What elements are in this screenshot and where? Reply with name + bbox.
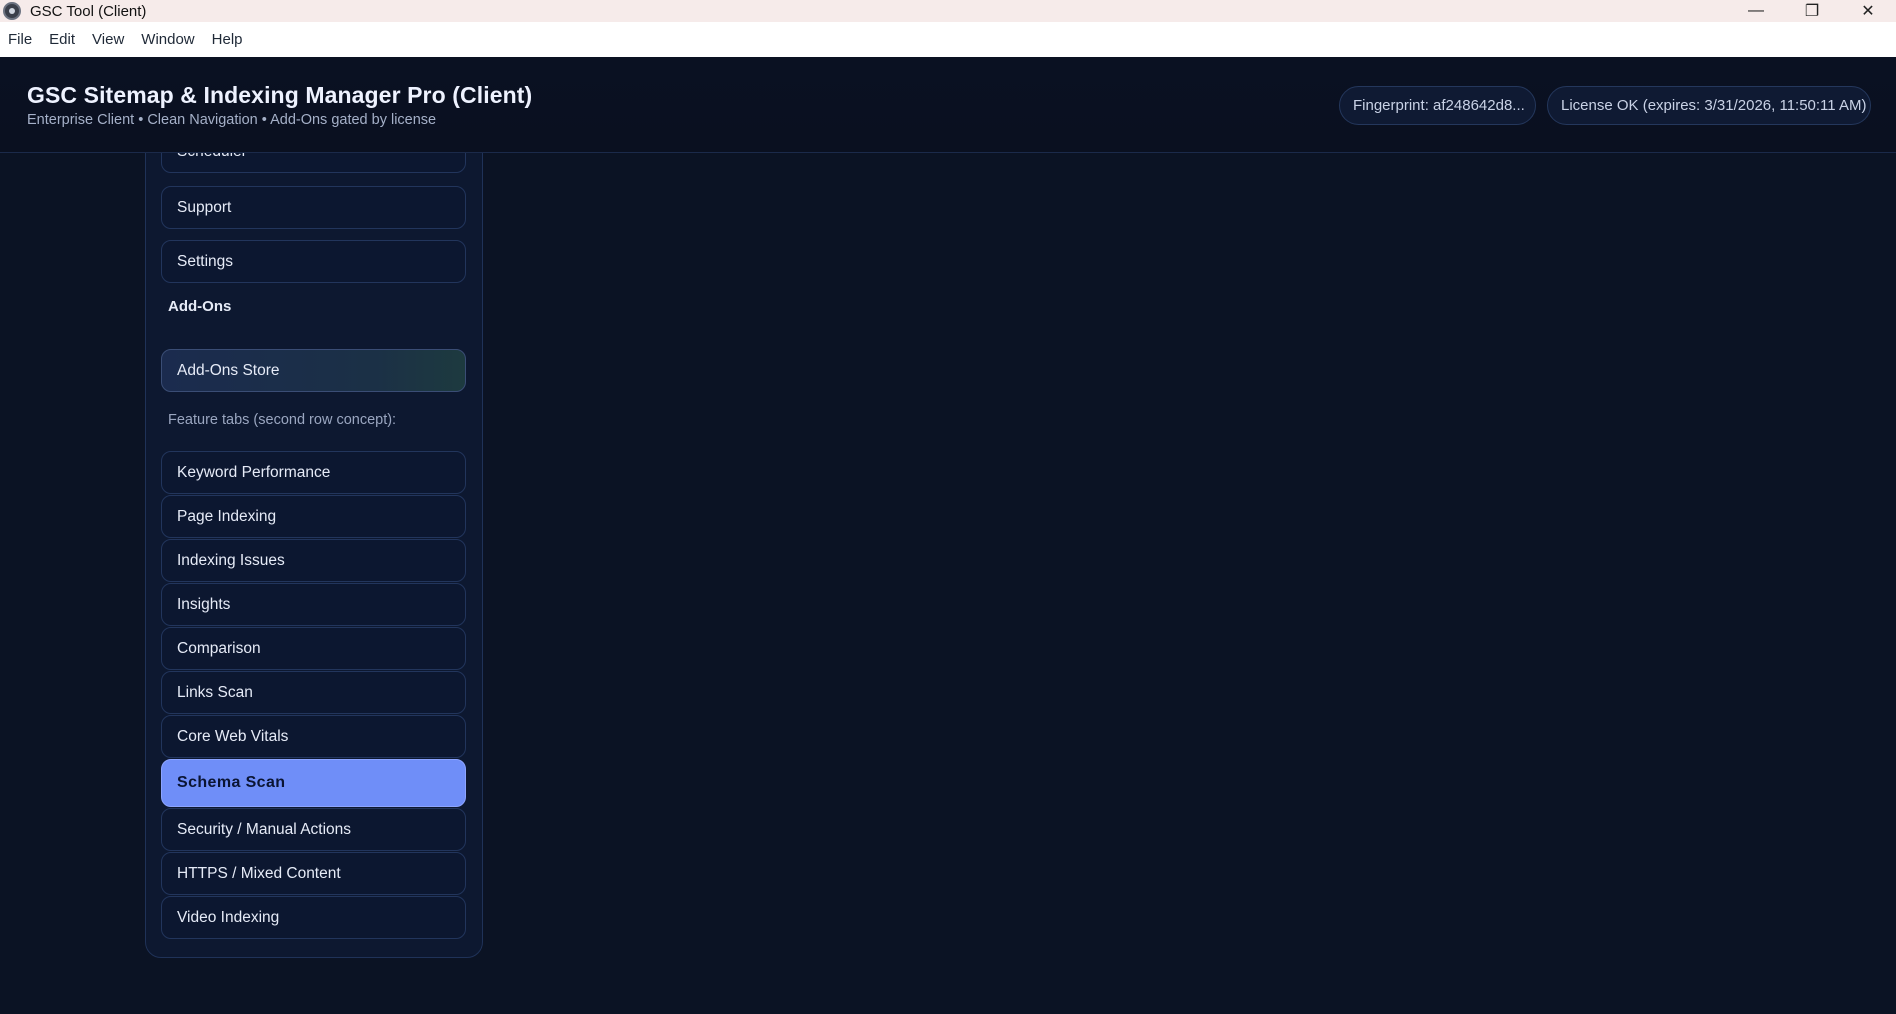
addons-heading: Add-Ons bbox=[168, 298, 232, 315]
menu-edit[interactable]: Edit bbox=[43, 25, 81, 54]
tab-core-web-vitals[interactable]: Core Web Vitals bbox=[161, 715, 466, 758]
tab-keyword-performance[interactable]: Keyword Performance bbox=[161, 451, 466, 494]
tab-page-indexing[interactable]: Page Indexing bbox=[161, 495, 466, 538]
menu-file[interactable]: File bbox=[2, 25, 38, 54]
menu-help[interactable]: Help bbox=[206, 25, 249, 54]
app-title: GSC Sitemap & Indexing Manager Pro (Clie… bbox=[27, 82, 533, 108]
feature-tabs-hint: Feature tabs (second row concept): bbox=[168, 412, 397, 428]
app-icon bbox=[3, 2, 21, 20]
menu-bar: File Edit View Window Help bbox=[0, 22, 1896, 57]
tab-video-indexing[interactable]: Video Indexing bbox=[161, 896, 466, 939]
tab-schema-scan[interactable]: Schema Scan bbox=[161, 759, 466, 807]
maximize-icon[interactable]: ❐ bbox=[1784, 0, 1840, 22]
tab-comparison[interactable]: Comparison bbox=[161, 627, 466, 670]
window-controls: — ❐ ✕ bbox=[1728, 0, 1896, 22]
app-header: GSC Sitemap & Indexing Manager Pro (Clie… bbox=[0, 57, 1896, 153]
nav-addons-store[interactable]: Add-Ons Store bbox=[161, 349, 466, 392]
nav-settings[interactable]: Settings bbox=[161, 240, 466, 283]
window-title: GSC Tool (Client) bbox=[30, 2, 147, 20]
tab-https-mixed-content[interactable]: HTTPS / Mixed Content bbox=[161, 852, 466, 895]
menu-window[interactable]: Window bbox=[135, 25, 200, 54]
tab-insights[interactable]: Insights bbox=[161, 583, 466, 626]
menu-view[interactable]: View bbox=[86, 25, 130, 54]
close-icon[interactable]: ✕ bbox=[1840, 0, 1896, 22]
app-subtitle: Enterprise Client • Clean Navigation • A… bbox=[27, 112, 437, 128]
nav-scheduler[interactable]: Scheduler bbox=[161, 153, 466, 173]
nav-support[interactable]: Support bbox=[161, 186, 466, 229]
main-area: Scheduler Support Settings Add-Ons Add-O… bbox=[0, 153, 1896, 1014]
fingerprint-badge: Fingerprint: af248642d8... bbox=[1339, 86, 1536, 125]
tab-indexing-issues[interactable]: Indexing Issues bbox=[161, 539, 466, 582]
minimize-icon[interactable]: — bbox=[1728, 0, 1784, 22]
license-status-badge: License OK (expires: 3/31/2026, 11:50:11… bbox=[1547, 86, 1871, 125]
tab-security-manual-actions[interactable]: Security / Manual Actions bbox=[161, 808, 466, 851]
sidebar[interactable]: Scheduler Support Settings Add-Ons Add-O… bbox=[145, 153, 483, 958]
window-titlebar: GSC Tool (Client) — ❐ ✕ bbox=[0, 0, 1896, 22]
tab-links-scan[interactable]: Links Scan bbox=[161, 671, 466, 714]
